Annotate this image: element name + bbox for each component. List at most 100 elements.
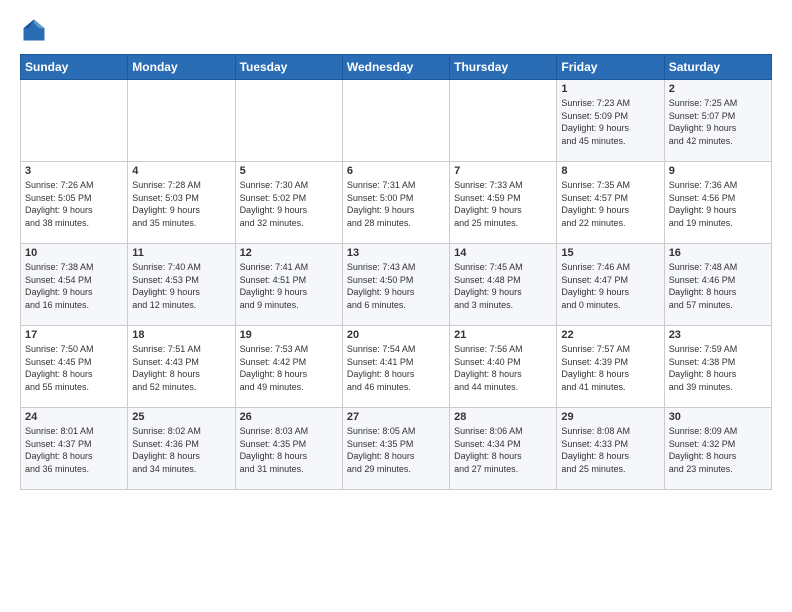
calendar-cell: 18 Sunrise: 7:51 AM Sunset: 4:43 PM Dayli… <box>128 326 235 408</box>
day-info: Sunrise: 7:51 AM Sunset: 4:43 PM Dayligh… <box>132 343 230 393</box>
calendar-cell: 2 Sunrise: 7:25 AM Sunset: 5:07 PM Daylig… <box>664 80 771 162</box>
day-info: Sunrise: 7:31 AM Sunset: 5:00 PM Dayligh… <box>347 179 445 229</box>
day-number: 1 <box>561 83 659 95</box>
day-info: Sunrise: 7:38 AM Sunset: 4:54 PM Dayligh… <box>25 261 123 311</box>
calendar-cell: 28 Sunrise: 8:06 AM Sunset: 4:34 PM Dayli… <box>450 408 557 490</box>
day-info: Sunrise: 7:41 AM Sunset: 4:51 PM Dayligh… <box>240 261 338 311</box>
day-info: Sunrise: 7:26 AM Sunset: 5:05 PM Dayligh… <box>25 179 123 229</box>
calendar-cell: 14 Sunrise: 7:45 AM Sunset: 4:48 PM Dayli… <box>450 244 557 326</box>
day-info: Sunrise: 7:50 AM Sunset: 4:45 PM Dayligh… <box>25 343 123 393</box>
calendar-cell <box>128 80 235 162</box>
day-info: Sunrise: 7:59 AM Sunset: 4:38 PM Dayligh… <box>669 343 767 393</box>
calendar-cell <box>21 80 128 162</box>
day-info: Sunrise: 8:01 AM Sunset: 4:37 PM Dayligh… <box>25 425 123 475</box>
day-info: Sunrise: 7:46 AM Sunset: 4:47 PM Dayligh… <box>561 261 659 311</box>
logo <box>20 16 52 44</box>
day-number: 5 <box>240 165 338 177</box>
day-info: Sunrise: 8:06 AM Sunset: 4:34 PM Dayligh… <box>454 425 552 475</box>
day-number: 6 <box>347 165 445 177</box>
day-number: 8 <box>561 165 659 177</box>
day-info: Sunrise: 7:25 AM Sunset: 5:07 PM Dayligh… <box>669 97 767 147</box>
day-number: 21 <box>454 329 552 341</box>
day-info: Sunrise: 7:28 AM Sunset: 5:03 PM Dayligh… <box>132 179 230 229</box>
calendar-week-5: 24 Sunrise: 8:01 AM Sunset: 4:37 PM Dayli… <box>21 408 772 490</box>
day-number: 25 <box>132 411 230 423</box>
day-number: 7 <box>454 165 552 177</box>
calendar-cell: 12 Sunrise: 7:41 AM Sunset: 4:51 PM Dayli… <box>235 244 342 326</box>
day-header-friday: Friday <box>557 55 664 80</box>
day-info: Sunrise: 7:53 AM Sunset: 4:42 PM Dayligh… <box>240 343 338 393</box>
calendar-cell: 24 Sunrise: 8:01 AM Sunset: 4:37 PM Dayli… <box>21 408 128 490</box>
day-number: 13 <box>347 247 445 259</box>
calendar-cell: 16 Sunrise: 7:48 AM Sunset: 4:46 PM Dayli… <box>664 244 771 326</box>
calendar-cell: 29 Sunrise: 8:08 AM Sunset: 4:33 PM Dayli… <box>557 408 664 490</box>
day-number: 9 <box>669 165 767 177</box>
calendar-cell: 3Sunrise: 7:26 AM Sunset: 5:05 PM Daylig… <box>21 162 128 244</box>
day-number: 29 <box>561 411 659 423</box>
day-number: 24 <box>25 411 123 423</box>
calendar-cell: 30Sunrise: 8:09 AM Sunset: 4:32 PM Dayli… <box>664 408 771 490</box>
calendar-cell <box>342 80 449 162</box>
day-info: Sunrise: 7:35 AM Sunset: 4:57 PM Dayligh… <box>561 179 659 229</box>
day-info: Sunrise: 8:03 AM Sunset: 4:35 PM Dayligh… <box>240 425 338 475</box>
day-info: Sunrise: 7:36 AM Sunset: 4:56 PM Dayligh… <box>669 179 767 229</box>
day-info: Sunrise: 8:05 AM Sunset: 4:35 PM Dayligh… <box>347 425 445 475</box>
day-number: 17 <box>25 329 123 341</box>
day-info: Sunrise: 7:54 AM Sunset: 4:41 PM Dayligh… <box>347 343 445 393</box>
day-info: Sunrise: 7:40 AM Sunset: 4:53 PM Dayligh… <box>132 261 230 311</box>
day-number: 23 <box>669 329 767 341</box>
calendar-cell: 19 Sunrise: 7:53 AM Sunset: 4:42 PM Dayli… <box>235 326 342 408</box>
day-number: 19 <box>240 329 338 341</box>
calendar-cell: 15Sunrise: 7:46 AM Sunset: 4:47 PM Dayli… <box>557 244 664 326</box>
calendar-cell: 11Sunrise: 7:40 AM Sunset: 4:53 PM Dayli… <box>128 244 235 326</box>
calendar-cell: 21 Sunrise: 7:56 AM Sunset: 4:40 PM Dayli… <box>450 326 557 408</box>
day-info: Sunrise: 7:23 AM Sunset: 5:09 PM Dayligh… <box>561 97 659 147</box>
day-number: 12 <box>240 247 338 259</box>
day-header-monday: Monday <box>128 55 235 80</box>
calendar-cell: 13 Sunrise: 7:43 AM Sunset: 4:50 PM Dayli… <box>342 244 449 326</box>
day-number: 20 <box>347 329 445 341</box>
day-info: Sunrise: 8:08 AM Sunset: 4:33 PM Dayligh… <box>561 425 659 475</box>
calendar-cell: 26 Sunrise: 8:03 AM Sunset: 4:35 PM Dayli… <box>235 408 342 490</box>
day-number: 4 <box>132 165 230 177</box>
calendar-cell <box>235 80 342 162</box>
calendar-cell: 6 Sunrise: 7:31 AM Sunset: 5:00 PM Daylig… <box>342 162 449 244</box>
day-number: 10 <box>25 247 123 259</box>
calendar-cell: 27 Sunrise: 8:05 AM Sunset: 4:35 PM Dayli… <box>342 408 449 490</box>
header <box>20 16 772 44</box>
calendar-cell: 8 Sunrise: 7:35 AM Sunset: 4:57 PM Daylig… <box>557 162 664 244</box>
calendar-table: SundayMondayTuesdayWednesdayThursdayFrid… <box>20 54 772 490</box>
calendar-cell: 20 Sunrise: 7:54 AM Sunset: 4:41 PM Dayli… <box>342 326 449 408</box>
day-info: Sunrise: 7:48 AM Sunset: 4:46 PM Dayligh… <box>669 261 767 311</box>
calendar-cell: 10 Sunrise: 7:38 AM Sunset: 4:54 PM Dayli… <box>21 244 128 326</box>
day-info: Sunrise: 7:33 AM Sunset: 4:59 PM Dayligh… <box>454 179 552 229</box>
day-info: Sunrise: 8:09 AM Sunset: 4:32 PM Dayligh… <box>669 425 767 475</box>
calendar-cell <box>450 80 557 162</box>
day-header-wednesday: Wednesday <box>342 55 449 80</box>
day-number: 14 <box>454 247 552 259</box>
day-header-saturday: Saturday <box>664 55 771 80</box>
day-number: 22 <box>561 329 659 341</box>
day-number: 2 <box>669 83 767 95</box>
day-info: Sunrise: 7:43 AM Sunset: 4:50 PM Dayligh… <box>347 261 445 311</box>
day-header-sunday: Sunday <box>21 55 128 80</box>
day-info: Sunrise: 7:30 AM Sunset: 5:02 PM Dayligh… <box>240 179 338 229</box>
calendar-cell: 7 Sunrise: 7:33 AM Sunset: 4:59 PM Daylig… <box>450 162 557 244</box>
day-number: 26 <box>240 411 338 423</box>
calendar-cell: 9 Sunrise: 7:36 AM Sunset: 4:56 PM Daylig… <box>664 162 771 244</box>
day-number: 16 <box>669 247 767 259</box>
day-info: Sunrise: 7:57 AM Sunset: 4:39 PM Dayligh… <box>561 343 659 393</box>
day-number: 18 <box>132 329 230 341</box>
day-number: 27 <box>347 411 445 423</box>
day-number: 28 <box>454 411 552 423</box>
calendar-week-1: 1 Sunrise: 7:23 AM Sunset: 5:09 PM Daylig… <box>21 80 772 162</box>
day-header-tuesday: Tuesday <box>235 55 342 80</box>
calendar-cell: 23 Sunrise: 7:59 AM Sunset: 4:38 PM Dayli… <box>664 326 771 408</box>
logo-icon <box>20 16 48 44</box>
day-info: Sunrise: 7:45 AM Sunset: 4:48 PM Dayligh… <box>454 261 552 311</box>
calendar-week-2: 3Sunrise: 7:26 AM Sunset: 5:05 PM Daylig… <box>21 162 772 244</box>
day-info: Sunrise: 7:56 AM Sunset: 4:40 PM Dayligh… <box>454 343 552 393</box>
calendar-week-4: 17 Sunrise: 7:50 AM Sunset: 4:45 PM Dayli… <box>21 326 772 408</box>
calendar-cell: 25Sunrise: 8:02 AM Sunset: 4:36 PM Dayli… <box>128 408 235 490</box>
calendar-cell: 5 Sunrise: 7:30 AM Sunset: 5:02 PM Daylig… <box>235 162 342 244</box>
